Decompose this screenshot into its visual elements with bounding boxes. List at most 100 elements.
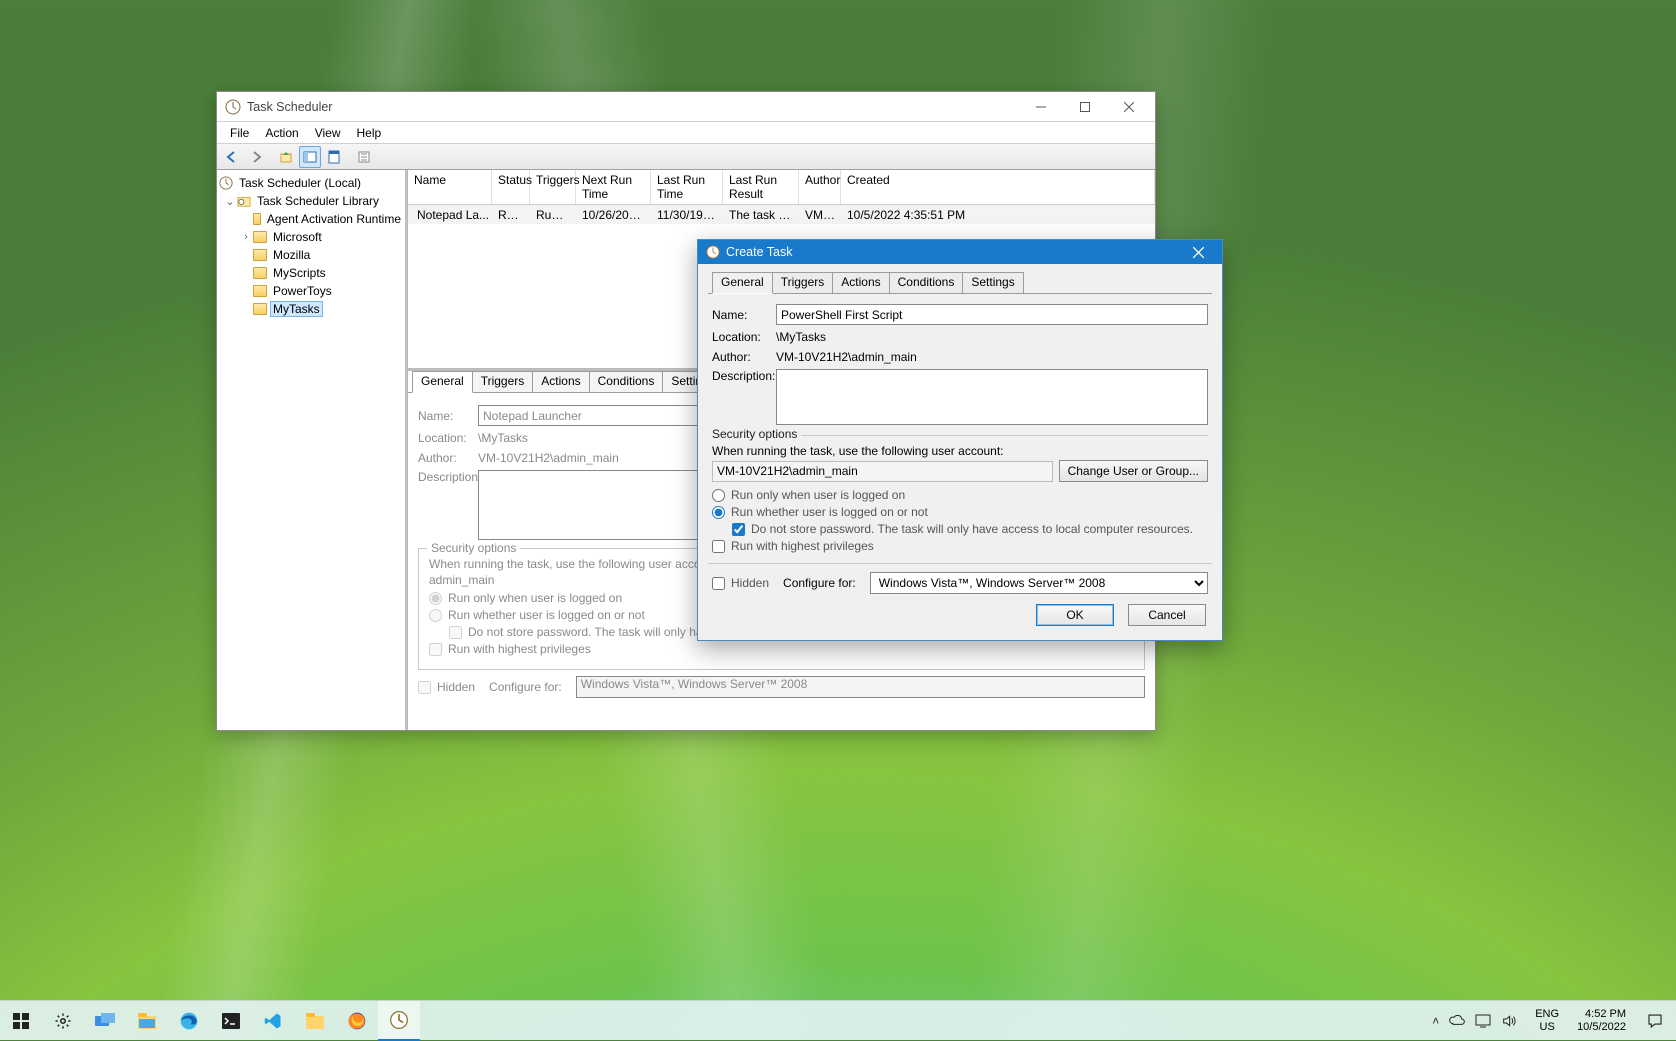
tab-actions[interactable]: Actions	[832, 272, 889, 293]
configure-label: Configure for:	[489, 680, 562, 694]
description-label: Description:	[712, 369, 776, 383]
terminal-icon[interactable]	[210, 1001, 252, 1041]
hidden-check	[418, 681, 431, 694]
onedrive-icon[interactable]	[1449, 1013, 1465, 1029]
window-title: Task Scheduler	[247, 100, 1019, 114]
dialog-close-button[interactable]	[1178, 240, 1218, 264]
settings-icon[interactable]	[42, 1001, 84, 1041]
language-indicator[interactable]: ENGUS	[1529, 1008, 1565, 1034]
name-label: Name:	[712, 308, 776, 322]
taskbar[interactable]: ˄ ENGUS 4:52 PM10/5/2022	[0, 1000, 1676, 1040]
nav-tree[interactable]: Task Scheduler (Local) ⌄ Task Scheduler …	[217, 170, 407, 730]
nav-forward-button[interactable]	[245, 146, 267, 168]
highest-check[interactable]	[712, 540, 725, 553]
tab-conditions[interactable]: Conditions	[589, 371, 664, 392]
vscode-icon[interactable]	[252, 1001, 294, 1041]
explorer-icon[interactable]	[126, 1001, 168, 1041]
col-status[interactable]: Status	[492, 170, 530, 204]
minimize-button[interactable]	[1019, 93, 1063, 121]
hidden-check[interactable]	[712, 577, 725, 590]
tab-conditions[interactable]: Conditions	[889, 272, 964, 293]
cell-name: Notepad La...	[417, 208, 489, 222]
tree-item[interactable]: MyScripts	[271, 266, 328, 280]
name-input[interactable]	[776, 304, 1208, 325]
clock-icon	[706, 245, 720, 259]
titlebar[interactable]: Task Scheduler	[217, 92, 1155, 122]
start-button[interactable]	[0, 1001, 42, 1041]
menu-help[interactable]: Help	[350, 125, 389, 141]
up-button[interactable]	[275, 146, 297, 168]
change-user-button[interactable]: Change User or Group...	[1059, 460, 1208, 482]
properties-button[interactable]	[323, 146, 345, 168]
maximize-button[interactable]	[1063, 93, 1107, 121]
cancel-button[interactable]: Cancel	[1128, 604, 1206, 626]
cell-author: VM-...	[799, 207, 841, 223]
dialog-title: Create Task	[726, 245, 792, 259]
security-legend: Security options	[427, 541, 520, 555]
menu-file[interactable]: File	[223, 125, 256, 141]
folder-icon	[253, 303, 267, 315]
col-author[interactable]: Author	[799, 170, 841, 204]
action-center-icon[interactable]	[1638, 1001, 1672, 1041]
menu-action[interactable]: Action	[258, 125, 305, 141]
run-logged-radio	[429, 592, 442, 605]
security-line: When running the task, use the following…	[712, 444, 1208, 458]
description-label: Description:	[418, 470, 478, 484]
expand-toggle[interactable]: ›	[239, 231, 253, 243]
clock[interactable]: 4:52 PM10/5/2022	[1571, 1008, 1632, 1034]
col-triggers[interactable]: Triggers	[530, 170, 576, 204]
nav-back-button[interactable]	[221, 146, 243, 168]
tab-general[interactable]: General	[712, 272, 773, 294]
tree-item[interactable]: PowerToys	[271, 284, 334, 298]
tree-root[interactable]: Task Scheduler (Local)	[237, 176, 363, 190]
taskscheduler-taskbar-icon[interactable]	[378, 1001, 420, 1041]
tab-actions[interactable]: Actions	[532, 371, 589, 392]
nopass-check[interactable]	[732, 523, 745, 536]
clock-icon	[219, 176, 233, 190]
toggle-pane-button[interactable]	[299, 146, 321, 168]
col-last[interactable]: Last Run Time	[651, 170, 723, 204]
tree-item[interactable]: Microsoft	[271, 230, 324, 244]
tab-triggers[interactable]: Triggers	[772, 272, 834, 293]
close-button[interactable]	[1107, 93, 1151, 121]
task-row[interactable]: Notepad La... Ready Runs ... 10/26/2022 …	[408, 205, 1155, 224]
tree-library[interactable]: Task Scheduler Library	[255, 194, 381, 208]
create-task-dialog: Create Task General Triggers Actions Con…	[697, 239, 1223, 641]
tab-settings[interactable]: Settings	[962, 272, 1023, 293]
tree-item[interactable]: Agent Activation Runtime	[265, 212, 403, 226]
col-next[interactable]: Next Run Time	[576, 170, 651, 204]
tree-item[interactable]: Mozilla	[271, 248, 312, 262]
dialog-titlebar[interactable]: Create Task	[698, 240, 1222, 264]
cell-created: 10/5/2022 4:35:51 PM	[841, 207, 1155, 223]
col-name[interactable]: Name	[408, 170, 492, 204]
ok-button[interactable]: OK	[1036, 604, 1114, 626]
cell-result: The task has ...	[723, 207, 799, 223]
col-result[interactable]: Last Run Result	[723, 170, 799, 204]
vm-icon[interactable]	[1475, 1013, 1491, 1029]
tree-item-selected[interactable]: MyTasks	[271, 302, 322, 316]
tray-chevron-icon[interactable]: ˄	[1432, 1014, 1439, 1028]
run-logged-radio[interactable]	[712, 489, 725, 502]
toolbar	[217, 144, 1155, 170]
run-whether-radio[interactable]	[712, 506, 725, 519]
taskview-icon[interactable]	[84, 1001, 126, 1041]
configure-select[interactable]: Windows Vista™, Windows Server™ 2008	[870, 572, 1208, 594]
author-label: Author:	[712, 350, 776, 364]
menu-view[interactable]: View	[308, 125, 348, 141]
menu-bar: File Action View Help	[217, 122, 1155, 144]
files-icon[interactable]	[294, 1001, 336, 1041]
expand-toggle[interactable]: ⌄	[223, 195, 237, 208]
firefox-icon[interactable]	[336, 1001, 378, 1041]
tab-general[interactable]: General	[412, 371, 473, 393]
edge-icon[interactable]	[168, 1001, 210, 1041]
grid-header: Name Status Triggers Next Run Time Last …	[408, 170, 1155, 205]
user-account-box: VM-10V21H2\admin_main	[712, 461, 1053, 482]
description-input[interactable]	[776, 369, 1208, 425]
tray[interactable]: ˄	[1426, 1013, 1523, 1029]
volume-icon[interactable]	[1501, 1013, 1517, 1029]
location-value: \MyTasks	[478, 430, 528, 446]
refresh-button[interactable]	[353, 146, 375, 168]
library-icon	[237, 194, 251, 208]
col-created[interactable]: Created	[841, 170, 1155, 204]
tab-triggers[interactable]: Triggers	[472, 371, 534, 392]
